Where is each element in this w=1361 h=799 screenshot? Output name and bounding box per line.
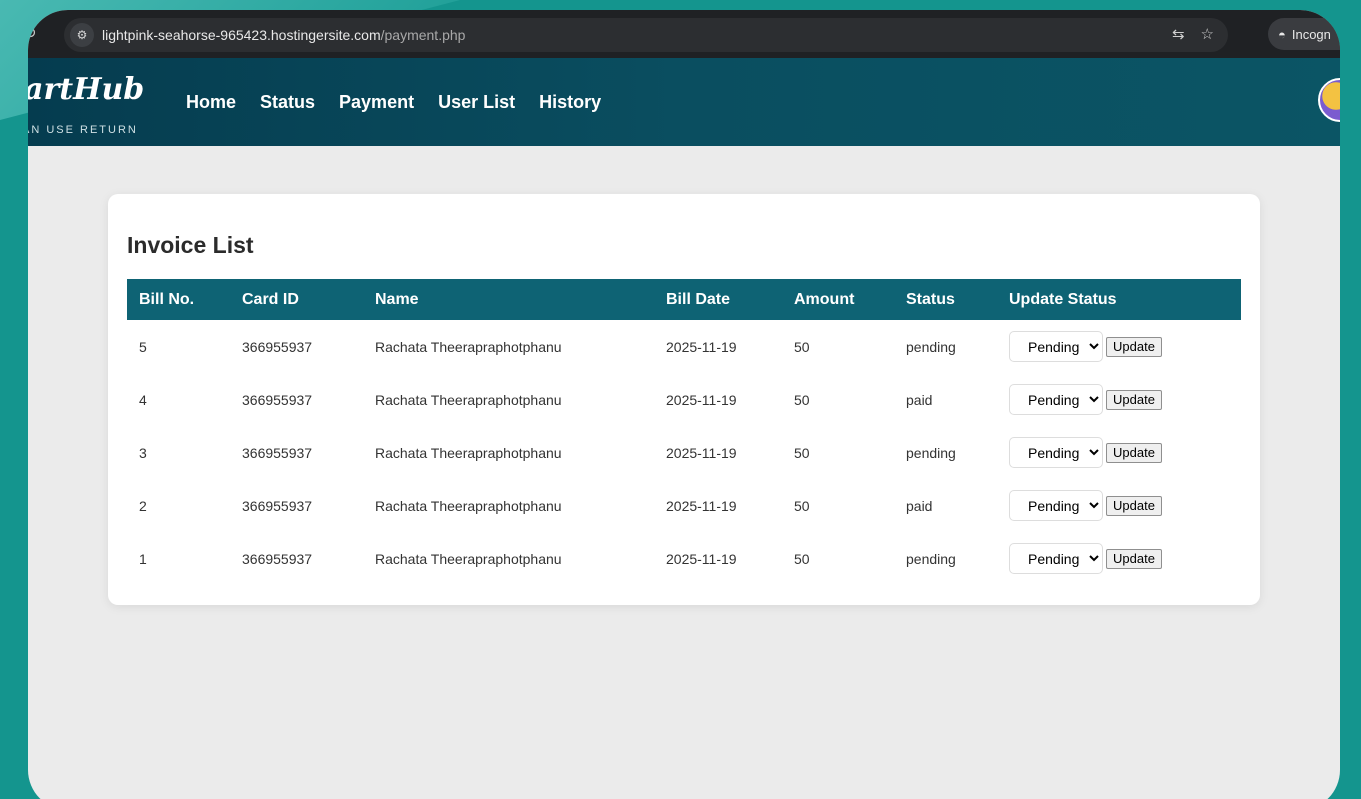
cell-name: Rachata Theerapraphotphanu <box>375 497 562 514</box>
cell-bill-date: 2025-11-19 <box>666 391 737 408</box>
url-path: /payment.php <box>380 27 466 43</box>
invoice-card: Invoice List Bill No. Card ID Name Bill … <box>108 194 1260 605</box>
browser-window: ↻ ⚙ lightpink-seahorse-965423.hostingers… <box>28 10 1340 799</box>
col-bill-no: Bill No. <box>139 290 195 308</box>
cell-name: Rachata Theerapraphotphanu <box>375 391 562 408</box>
site-navbar: artHub AN USE RETURN Home Status Payment… <box>28 58 1340 146</box>
cell-status: pending <box>906 550 956 567</box>
table-header-row: Bill No. Card ID Name Bill Date Amount S… <box>127 279 1241 320</box>
cell-amount: 50 <box>794 444 810 461</box>
update-button[interactable]: Update <box>1106 336 1162 357</box>
cell-card-id: 366955937 <box>242 550 313 567</box>
cell-status: paid <box>906 391 933 408</box>
cell-update-status: Pending Update <box>997 426 1241 479</box>
reload-icon[interactable]: ↻ <box>28 24 37 42</box>
url-host: lightpink-seahorse-965423.hostingersite.… <box>102 27 381 43</box>
cell-update-status: Pending Update <box>997 320 1241 373</box>
col-update-status: Update Status <box>1009 290 1117 308</box>
status-select[interactable]: Pending <box>1009 384 1103 415</box>
cell-bill-no: 2 <box>139 497 147 514</box>
cell-bill-no: 3 <box>139 444 147 461</box>
url-text: lightpink-seahorse-965423.hostingersite.… <box>102 27 465 43</box>
cell-status: pending <box>906 338 956 355</box>
status-select[interactable]: Pending <box>1009 543 1103 574</box>
cell-name: Rachata Theerapraphotphanu <box>375 338 562 355</box>
cell-card-id: 366955937 <box>242 444 313 461</box>
cell-bill-date: 2025-11-19 <box>666 444 737 461</box>
cell-amount: 50 <box>794 391 810 408</box>
status-select[interactable]: Pending <box>1009 490 1103 521</box>
incognito-icon: ◓ <box>1278 26 1286 42</box>
address-bar[interactable]: ⚙ lightpink-seahorse-965423.hostingersit… <box>64 18 1228 52</box>
cell-amount: 50 <box>794 338 810 355</box>
cell-name: Rachata Theerapraphotphanu <box>375 550 562 567</box>
col-bill-date: Bill Date <box>666 290 731 308</box>
table-row: 5 366955937 Rachata Theerapraphotphanu 2… <box>127 320 1241 373</box>
nav-home[interactable]: Home <box>186 92 236 113</box>
bookmark-star-icon[interactable]: ☆ <box>1201 25 1214 43</box>
cell-status: pending <box>906 444 956 461</box>
site-settings-icon[interactable]: ⚙ <box>70 23 94 47</box>
address-bar-actions: ⇆ ☆ <box>1172 25 1214 43</box>
nav-payment[interactable]: Payment <box>339 92 414 113</box>
translate-icon[interactable]: ⇆ <box>1172 25 1185 43</box>
status-select[interactable]: Pending <box>1009 331 1103 362</box>
cell-bill-date: 2025-11-19 <box>666 497 737 514</box>
user-avatar[interactable] <box>1318 78 1340 122</box>
cell-update-status: Pending Update <box>997 532 1241 585</box>
cell-name: Rachata Theerapraphotphanu <box>375 444 562 461</box>
col-status: Status <box>906 290 955 308</box>
update-button[interactable]: Update <box>1106 442 1162 463</box>
nav-user-list[interactable]: User List <box>438 92 515 113</box>
table-row: 1 366955937 Rachata Theerapraphotphanu 2… <box>127 532 1241 585</box>
main-nav: Home Status Payment User List History <box>186 92 601 113</box>
col-name: Name <box>375 290 419 308</box>
cell-status: paid <box>906 497 933 514</box>
status-select[interactable]: Pending <box>1009 437 1103 468</box>
cell-bill-no: 4 <box>139 391 147 408</box>
cell-card-id: 366955937 <box>242 338 313 355</box>
cell-amount: 50 <box>794 497 810 514</box>
nav-history[interactable]: History <box>539 92 601 113</box>
cell-bill-date: 2025-11-19 <box>666 338 737 355</box>
site-tagline: AN USE RETURN <box>28 124 138 136</box>
nav-status[interactable]: Status <box>260 92 315 113</box>
col-amount: Amount <box>794 290 855 308</box>
update-button[interactable]: Update <box>1106 389 1162 410</box>
cell-bill-date: 2025-11-19 <box>666 550 737 567</box>
cell-update-status: Pending Update <box>997 479 1241 532</box>
cell-amount: 50 <box>794 550 810 567</box>
cell-card-id: 366955937 <box>242 497 313 514</box>
invoice-title: Invoice List <box>127 232 254 258</box>
cell-update-status: Pending Update <box>997 373 1241 426</box>
table-row: 4 366955937 Rachata Theerapraphotphanu 2… <box>127 373 1241 426</box>
invoice-table: Bill No. Card ID Name Bill Date Amount S… <box>127 279 1241 585</box>
col-card-id: Card ID <box>242 290 299 308</box>
incognito-badge[interactable]: ◓ Incogn <box>1268 18 1340 50</box>
update-button[interactable]: Update <box>1106 495 1162 516</box>
cell-bill-no: 1 <box>139 550 147 567</box>
cell-bill-no: 5 <box>139 338 147 355</box>
browser-toolbar: ↻ ⚙ lightpink-seahorse-965423.hostingers… <box>28 10 1340 58</box>
site-logo[interactable]: artHub <box>28 72 144 107</box>
table-row: 3 366955937 Rachata Theerapraphotphanu 2… <box>127 426 1241 479</box>
table-row: 2 366955937 Rachata Theerapraphotphanu 2… <box>127 479 1241 532</box>
update-button[interactable]: Update <box>1106 548 1162 569</box>
cell-card-id: 366955937 <box>242 391 313 408</box>
incognito-label: Incogn <box>1291 26 1331 42</box>
